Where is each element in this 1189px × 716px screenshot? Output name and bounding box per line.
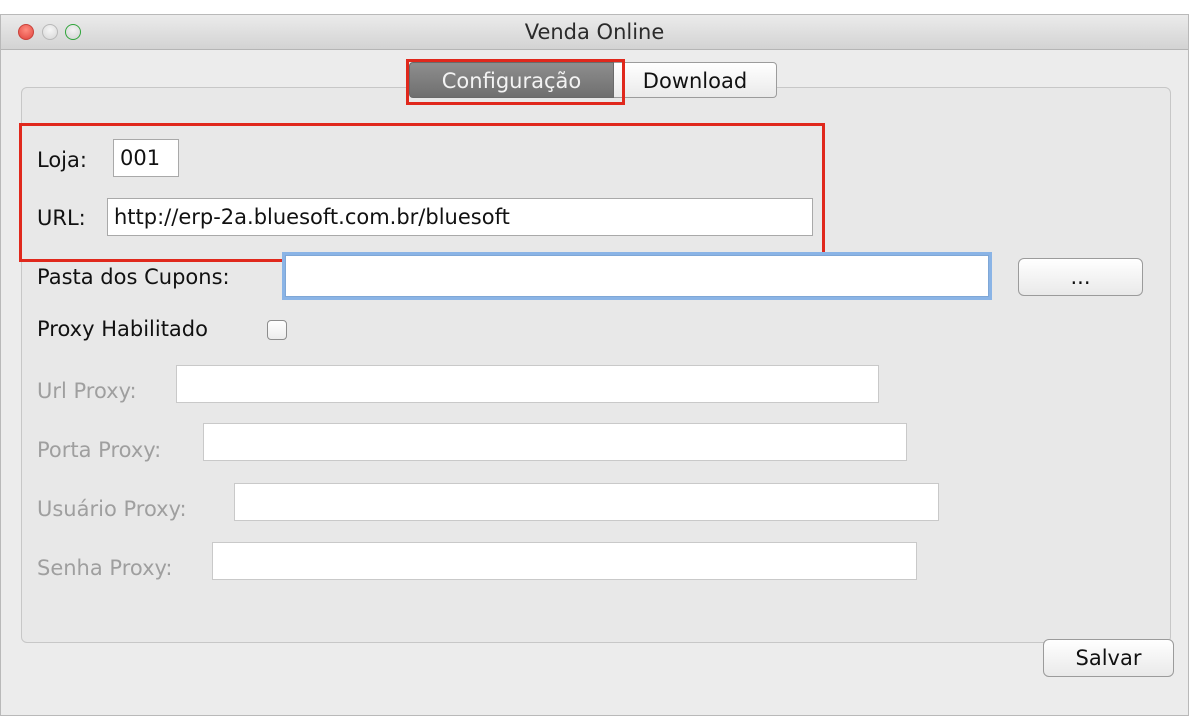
window-title: Venda Online	[524, 20, 665, 44]
url-label: URL:	[37, 206, 86, 230]
senha-proxy-label: Senha Proxy:	[37, 556, 173, 580]
usuario-proxy-label: Usuário Proxy:	[37, 497, 187, 521]
porta-proxy-field[interactable]	[203, 423, 907, 461]
pasta-cupons-label: Pasta dos Cupons:	[37, 265, 230, 289]
pasta-cupons-field[interactable]	[285, 255, 989, 297]
title-bar: Venda Online	[1, 15, 1188, 50]
save-button[interactable]: Salvar	[1043, 639, 1174, 677]
proxy-habilitado-checkbox[interactable]	[267, 320, 287, 340]
url-field[interactable]: http://erp-2a.bluesoft.com.br/bluesoft	[107, 198, 813, 236]
app-window: Venda Online Configuração Download Loja:…	[0, 14, 1189, 716]
porta-proxy-label: Porta Proxy:	[37, 438, 162, 462]
tab-bar: Configuração Download	[409, 62, 777, 100]
url-proxy-field[interactable]	[176, 365, 879, 403]
proxy-habilitado-label: Proxy Habilitado	[37, 317, 208, 341]
url-proxy-label: Url Proxy:	[37, 379, 137, 403]
loja-label: Loja:	[37, 148, 87, 172]
tab-download[interactable]: Download	[614, 62, 777, 98]
tab-configuracao[interactable]: Configuração	[409, 62, 614, 98]
usuario-proxy-field[interactable]	[234, 483, 939, 521]
browse-folder-button[interactable]: ...	[1018, 258, 1143, 296]
senha-proxy-field[interactable]	[212, 542, 917, 580]
clipped-caption-text	[0, 0, 1189, 6]
loja-field[interactable]: 001	[113, 139, 179, 177]
